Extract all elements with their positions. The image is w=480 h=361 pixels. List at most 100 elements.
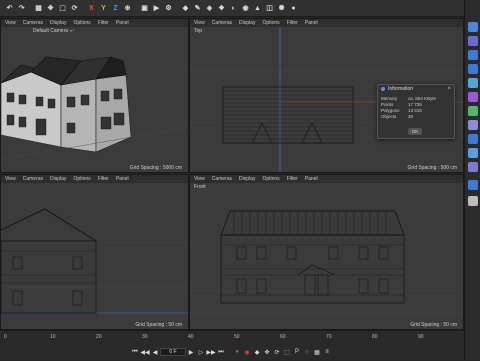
render-settings-icon[interactable]: ⚙ <box>163 3 174 14</box>
current-frame-field[interactable]: 0 F <box>160 348 186 356</box>
keyframe-icon[interactable]: ◆ <box>252 347 262 357</box>
subdivision-icon[interactable]: ◈ <box>204 3 215 14</box>
grid-spacing-label: Grid Spacing : 500 cm <box>407 165 457 171</box>
viewport-menu-item[interactable]: Cameras <box>212 20 232 26</box>
cube-icon[interactable]: ◆ <box>180 3 191 14</box>
timeline-icon[interactable]: ≡ <box>322 347 332 357</box>
render-view-icon[interactable]: ▶ <box>151 3 162 14</box>
record-icon[interactable]: ● <box>232 347 242 357</box>
viewport-menu-item[interactable]: Cameras <box>23 20 43 26</box>
pen-icon[interactable] <box>468 36 478 46</box>
viewport-menu-item[interactable]: Filter <box>287 20 298 26</box>
field-icon[interactable]: ◉ <box>240 3 251 14</box>
text-icon[interactable] <box>468 64 478 74</box>
house-front-view <box>190 210 463 314</box>
cloner-icon[interactable] <box>468 78 478 88</box>
viewport-perspective[interactable]: View Cameras Display Options Filter Panel Def… <box>0 18 189 173</box>
viewport-menu-item[interactable]: Display <box>239 20 255 26</box>
timeline-tick-label: 50 <box>234 334 240 340</box>
grid-icon[interactable]: ▦ <box>312 347 322 357</box>
coordinate-icon[interactable]: ⊕ <box>122 3 133 14</box>
prev-frame-icon[interactable]: ◀ <box>150 347 160 357</box>
field-icon[interactable] <box>468 120 478 130</box>
prev-key-icon[interactable]: ◀◀ <box>140 347 150 357</box>
scale-icon[interactable]: ⬚ <box>57 3 68 14</box>
go-to-end-icon[interactable]: ⏭ <box>216 347 226 357</box>
timeline-ruler[interactable]: 0 10 20 30 40 50 60 70 80 90 <box>0 331 464 343</box>
axis-y-icon[interactable]: Y <box>98 3 109 14</box>
camera-icon[interactable]: ◫ <box>264 3 275 14</box>
rotate-icon[interactable]: ⟳ <box>69 3 80 14</box>
tag-icon[interactable] <box>468 196 478 206</box>
info-value: ca. 853 KByte <box>408 95 437 101</box>
viewport-menu-item[interactable]: Panel <box>305 176 318 182</box>
scene-icon[interactable] <box>468 134 478 144</box>
viewport-menu-item[interactable]: Options <box>262 176 279 182</box>
material-icon[interactable] <box>468 180 478 190</box>
viewport-menu-item[interactable]: Options <box>73 20 90 26</box>
timeline-tick-label: 60 <box>280 334 286 340</box>
go-to-start-icon[interactable]: ⏮ <box>130 347 140 357</box>
viewport-menu-item[interactable]: Panel <box>116 20 129 26</box>
viewport-menu-item[interactable]: View <box>5 176 16 182</box>
viewport-menu: View Cameras Display Options Filter Panel <box>1 19 188 27</box>
info-value: 30 <box>408 113 414 119</box>
info-rows: Memory ca. 853 KByte Points 17 735 Polygons 1… <box>378 93 454 119</box>
viewport-menu-item[interactable]: Panel <box>116 176 129 182</box>
viewport-menu-item[interactable]: Display <box>50 20 66 26</box>
ok-button[interactable]: OK <box>408 128 422 135</box>
effector-icon[interactable] <box>468 106 478 116</box>
rotation-key-icon[interactable]: ⟳ <box>272 347 282 357</box>
scene-icon[interactable]: ▲ <box>252 3 263 14</box>
viewport-menu-item[interactable]: Display <box>50 176 66 182</box>
redo-icon[interactable]: ↷ <box>16 3 27 14</box>
axis-z-icon[interactable]: Z <box>110 3 121 14</box>
viewport-menu-item[interactable]: Options <box>262 20 279 26</box>
next-key-icon[interactable]: ▶▶ <box>206 347 216 357</box>
play-icon[interactable]: ▶ <box>186 347 196 357</box>
point-level-icon[interactable]: ⁘ <box>302 347 312 357</box>
autokey-icon[interactable]: ◉ <box>242 347 252 357</box>
timeline-tick-label: 90 <box>418 334 424 340</box>
viewport-menu-item[interactable]: Cameras <box>212 176 232 182</box>
param-key-icon[interactable]: P <box>292 347 302 357</box>
render-region-icon[interactable]: ▣ <box>139 3 150 14</box>
house-side-view <box>1 208 188 314</box>
viewport-menu-item[interactable]: Panel <box>305 20 318 26</box>
deformer-icon[interactable] <box>468 92 478 102</box>
next-frame-icon[interactable]: ▷ <box>196 347 206 357</box>
dialog-title: Information <box>388 86 414 92</box>
viewport-menu-item[interactable]: Filter <box>98 176 109 182</box>
pen-icon[interactable]: ✎ <box>192 3 203 14</box>
viewport-menu: View Cameras Display Options Filter Panel <box>190 19 463 27</box>
viewport-menu-item[interactable]: Options <box>73 176 90 182</box>
deformer-icon[interactable]: ◐ <box>228 3 239 14</box>
light-icon[interactable] <box>468 162 478 172</box>
viewport-menu-item[interactable]: View <box>194 20 205 26</box>
viewport-front[interactable]: View Cameras Display Options Filter Panel Fro… <box>189 174 464 330</box>
select-icon[interactable]: ▦ <box>33 3 44 14</box>
viewport-menu-item[interactable]: Filter <box>287 176 298 182</box>
cube-icon[interactable] <box>468 22 478 32</box>
light-icon[interactable]: ✺ <box>276 3 287 14</box>
scale-key-icon[interactable]: ⬚ <box>282 347 292 357</box>
move-icon[interactable]: ✥ <box>45 3 56 14</box>
timeline-tick-label: 20 <box>96 334 102 340</box>
close-icon[interactable]: × <box>447 86 451 92</box>
viewport-menu-item[interactable]: View <box>194 176 205 182</box>
timeline-tick-label: 40 <box>188 334 194 340</box>
undo-icon[interactable]: ↶ <box>4 3 15 14</box>
subdivision-icon[interactable] <box>468 50 478 60</box>
viewport-menu-item[interactable]: Display <box>239 176 255 182</box>
sphere-icon[interactable]: ● <box>288 3 299 14</box>
cloner-icon[interactable]: ❖ <box>216 3 227 14</box>
viewport-right[interactable]: View Cameras Display Options Filter Panel Gri… <box>0 174 189 330</box>
viewport-menu-item[interactable]: Filter <box>98 20 109 26</box>
viewport-menu-item[interactable]: View <box>5 20 16 26</box>
position-key-icon[interactable]: ✥ <box>262 347 272 357</box>
camera-icon[interactable] <box>468 148 478 158</box>
info-key: Polygons <box>381 107 400 113</box>
axis-x-icon[interactable]: X <box>86 3 97 14</box>
viewport-menu: View Cameras Display Options Filter Panel <box>190 175 463 183</box>
viewport-menu-item[interactable]: Cameras <box>23 176 43 182</box>
